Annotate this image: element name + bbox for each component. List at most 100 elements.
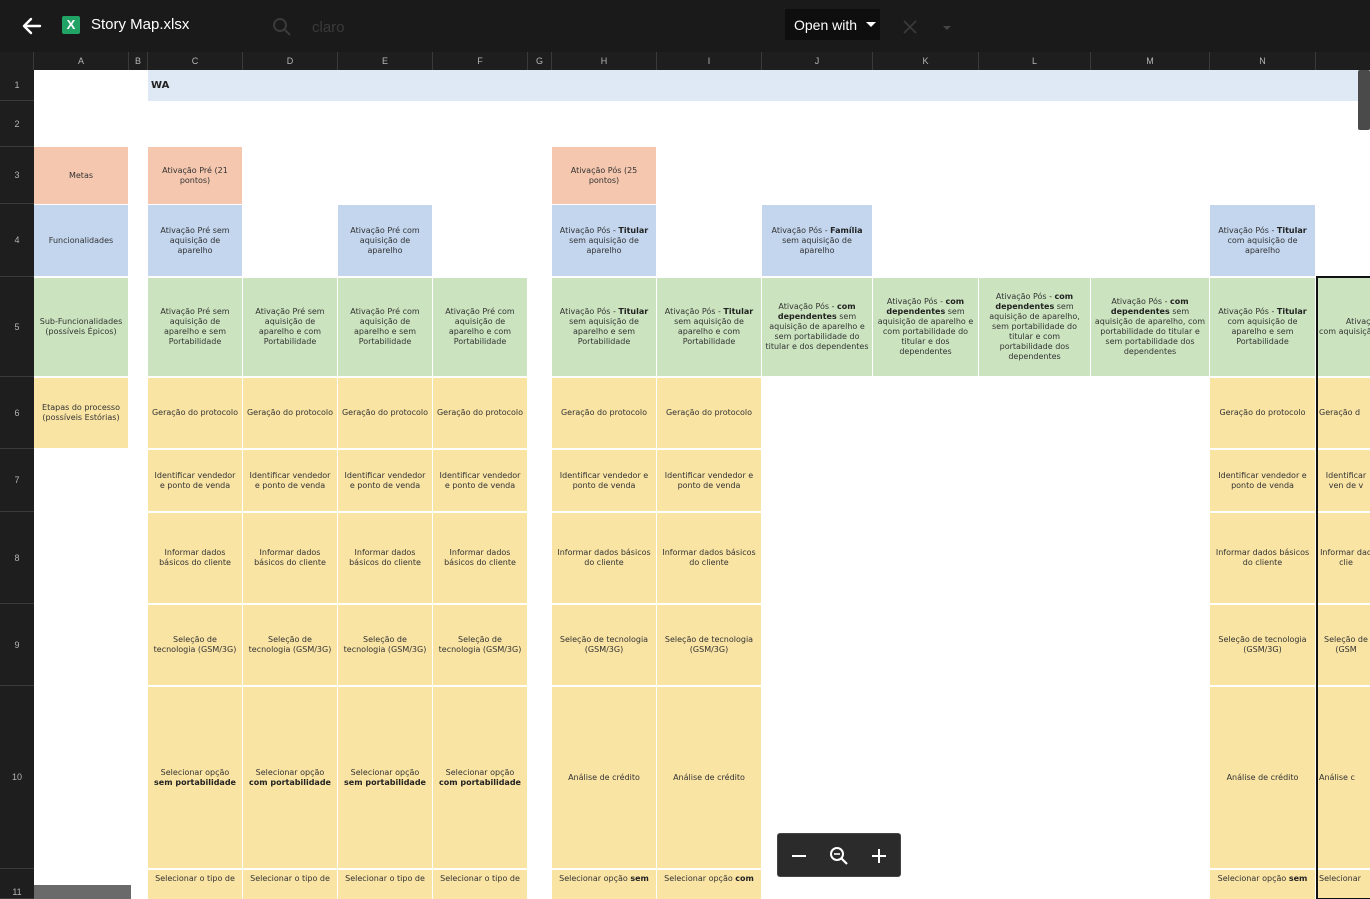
row-header[interactable]: 10 (0, 686, 34, 869)
etapa-cell[interactable]: Análise de crédito (552, 687, 656, 868)
label-funcionalidades[interactable]: Funcionalidades (34, 205, 128, 276)
label-etapas[interactable]: Etapas do processo (possíveis Estórias) (34, 378, 128, 448)
etapa-cell[interactable]: Seleção de tecnologia (GSM/3G) (657, 605, 761, 685)
row-header[interactable]: 11 (0, 869, 34, 899)
vertical-scrollbar[interactable] (1358, 70, 1370, 130)
column-header[interactable]: B (129, 52, 148, 70)
open-with-button[interactable]: Open with (785, 9, 880, 40)
etapa-cell[interactable]: Informar dados básicos do cliente (338, 513, 432, 603)
sub-func-cell[interactable]: Ativação Pós - com dependentes sem aquis… (762, 278, 872, 376)
spreadsheet-grid[interactable]: WA Metas Ativação Pré (21 pontos) Ativaç… (34, 70, 1370, 899)
sub-func-cell[interactable]: Ativação P com aquisição com Port (1316, 278, 1370, 376)
sub-func-cell[interactable]: Ativação Pré sem aquisição de aparelho e… (148, 278, 242, 376)
row-header[interactable]: 4 (0, 204, 34, 277)
sub-func-cell[interactable]: Ativação Pós - Titular sem aquisição de … (552, 278, 656, 376)
meta-ativacao-pos[interactable]: Ativação Pós (25 pontos) (552, 147, 656, 204)
column-header[interactable]: D (243, 52, 338, 70)
func-pos-titular-com-aparelho[interactable]: Ativação Pós - Titular com aquisição de … (1210, 205, 1315, 276)
etapa-cell[interactable]: Selecionar opção sem portabilidade (338, 687, 432, 868)
etapa-cell[interactable]: Informar dados básicos do cliente (148, 513, 242, 603)
meta-ativacao-pre[interactable]: Ativação Pré (21 pontos) (148, 147, 242, 204)
column-header[interactable]: E (338, 52, 433, 70)
etapa-cell[interactable]: Identificar vendedor e ponto de venda (243, 450, 337, 511)
sub-func-cell[interactable]: Ativação Pré sem aquisição de aparelho e… (243, 278, 337, 376)
etapa-cell[interactable]: Informar dados básicos do cliente (243, 513, 337, 603)
etapa-cell[interactable]: Selecionar opção sem (552, 870, 656, 899)
etapa-cell[interactable]: Análise de crédito (1210, 687, 1315, 868)
func-pos-titular-sem-aparelho[interactable]: Ativação Pós - Titular sem aquisição de … (552, 205, 656, 276)
etapa-cell[interactable]: Identificar vendedor e ponto de venda (148, 450, 242, 511)
row-header[interactable]: 5 (0, 277, 34, 377)
column-header[interactable]: F (433, 52, 528, 70)
sub-func-cell[interactable]: Ativação Pós - Titular sem aquisição de … (657, 278, 761, 376)
etapa-cell[interactable]: Selecionar o tipo de (338, 870, 432, 899)
sub-func-cell[interactable]: Ativação Pós - com dependentes sem aquis… (979, 278, 1090, 376)
etapa-cell[interactable]: Geração d (1316, 378, 1370, 448)
horizontal-scrollbar[interactable] (34, 885, 131, 899)
etapa-cell[interactable]: Seleção de tecnologia (GSM/3G) (148, 605, 242, 685)
etapa-cell[interactable]: Informar dad clie (1316, 513, 1370, 603)
row-header[interactable]: 6 (0, 377, 34, 449)
back-arrow-icon[interactable] (18, 12, 46, 40)
row-header[interactable]: 9 (0, 604, 34, 686)
func-pre-sem-aparelho[interactable]: Ativação Pré sem aquisição de aparelho (148, 205, 242, 276)
row-header[interactable]: 7 (0, 449, 34, 512)
row-header[interactable]: 3 (0, 147, 34, 204)
func-pre-com-aparelho[interactable]: Ativação Pré com aquisição de aparelho (338, 205, 432, 276)
sub-func-cell[interactable]: Ativação Pré com aquisição de aparelho e… (433, 278, 527, 376)
etapa-cell[interactable]: Geração do protocolo (657, 378, 761, 448)
etapa-cell[interactable]: Geração do protocolo (243, 378, 337, 448)
search-icon[interactable] (272, 17, 292, 37)
etapa-cell[interactable]: Informar dados básicos do cliente (552, 513, 656, 603)
etapa-cell[interactable]: Selecionar opção com portabilidade (433, 687, 527, 868)
column-header[interactable]: C (148, 52, 243, 70)
etapa-cell[interactable]: Selecionar opção sem (1210, 870, 1315, 899)
search-query-text[interactable]: claro (312, 19, 345, 36)
zoom-in-icon[interactable] (868, 845, 890, 867)
zoom-out-icon[interactable] (788, 845, 810, 867)
column-header[interactable]: M (1091, 52, 1210, 70)
row-header[interactable]: 1 (0, 70, 34, 101)
etapa-cell[interactable]: Seleção de tecnologia (GSM/3G) (1210, 605, 1315, 685)
etapa-cell[interactable]: Selecionar o tipo de (148, 870, 242, 899)
etapa-cell[interactable]: Informar dados básicos do cliente (433, 513, 527, 603)
func-pos-familia-sem-aparelho[interactable]: Ativação Pós - Família sem aquisição de … (762, 205, 872, 276)
etapa-cell[interactable]: Geração do protocolo (338, 378, 432, 448)
close-icon[interactable] (903, 20, 917, 34)
row-header[interactable]: 2 (0, 101, 34, 147)
sub-func-cell[interactable]: Ativação Pós - com dependentes sem aquis… (1091, 278, 1209, 376)
etapa-cell[interactable]: Selecionar (1316, 870, 1370, 899)
etapa-cell[interactable]: Seleção de tecnologia (GSM/3G) (433, 605, 527, 685)
etapa-cell[interactable]: Selecionar opção com (657, 870, 761, 899)
column-header[interactable]: J (762, 52, 873, 70)
etapa-cell[interactable]: Seleção de tecnologia (GSM/3G) (552, 605, 656, 685)
etapa-cell[interactable]: Geração do protocolo (1210, 378, 1315, 448)
etapa-cell[interactable]: Identificar vendedor e ponto de venda (1210, 450, 1315, 511)
etapa-cell[interactable]: Seleção de tecnologia (GSM/3G) (338, 605, 432, 685)
column-header[interactable] (1316, 52, 1370, 70)
etapa-cell[interactable]: Informar dados básicos do cliente (657, 513, 761, 603)
etapa-cell[interactable]: Identificar vendedor e ponto de venda (552, 450, 656, 511)
column-header[interactable]: A (34, 52, 129, 70)
etapa-cell[interactable]: Seleção de (GSM (1316, 605, 1370, 685)
label-sub-funcionalidades[interactable]: Sub-Funcionalidades (possíveis Épicos) (34, 278, 128, 376)
column-header[interactable]: K (873, 52, 979, 70)
etapa-cell[interactable]: Análise de crédito (657, 687, 761, 868)
etapa-cell[interactable]: Seleção de tecnologia (GSM/3G) (243, 605, 337, 685)
column-header[interactable]: N (1210, 52, 1316, 70)
etapa-cell[interactable]: Identificar vendedor e ponto de venda (433, 450, 527, 511)
etapa-cell[interactable]: Identificar vendedor e ponto de venda (338, 450, 432, 511)
sub-func-cell[interactable]: Ativação Pós - com dependentes sem aquis… (873, 278, 978, 376)
column-header[interactable]: I (657, 52, 762, 70)
etapa-cell[interactable]: Selecionar o tipo de (243, 870, 337, 899)
etapa-cell[interactable]: Selecionar o tipo de (433, 870, 527, 899)
etapa-cell[interactable]: Geração do protocolo (552, 378, 656, 448)
etapa-cell[interactable]: Geração do protocolo (148, 378, 242, 448)
etapa-cell[interactable]: Informar dados básicos do cliente (1210, 513, 1315, 603)
etapa-cell[interactable]: Identificar ven de v (1316, 450, 1370, 511)
sub-func-cell[interactable]: Ativação Pós - Titular com aquisição de … (1210, 278, 1315, 376)
etapa-cell[interactable]: Geração do protocolo (433, 378, 527, 448)
column-header[interactable]: G (528, 52, 552, 70)
more-options-caret-icon[interactable] (943, 26, 951, 30)
etapa-cell[interactable]: Análise c (1316, 687, 1370, 868)
